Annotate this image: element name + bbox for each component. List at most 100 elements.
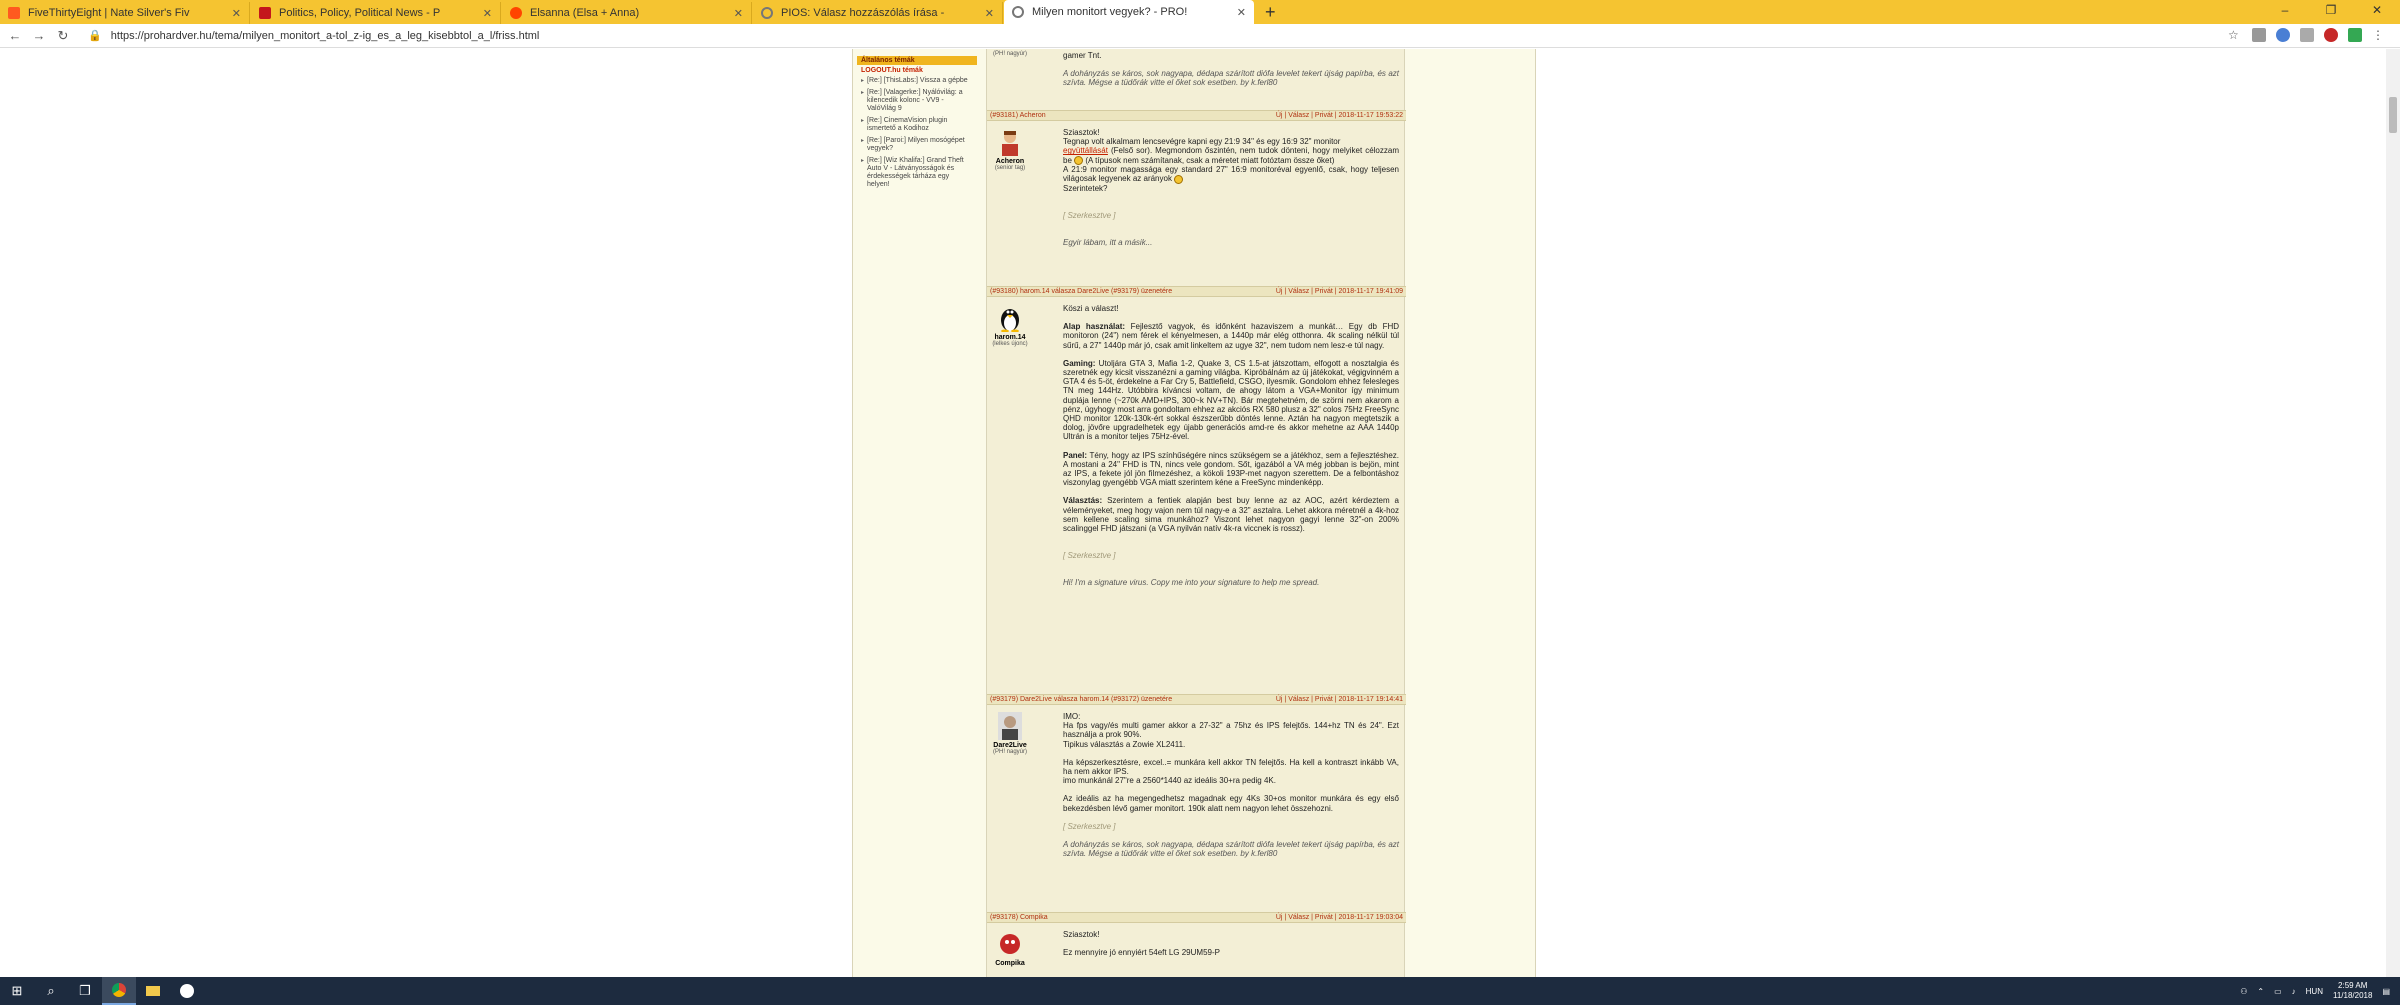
signature: Hi! I'm a signature virus. Copy me into …: [1063, 578, 1320, 588]
author-rank: (senior tag): [994, 165, 1026, 171]
post-text: Utoljára GTA 3, Mafia 1-2, Quake 3, CS 1…: [1063, 358, 1400, 442]
signature: Egyir lábam, itt a másik...: [1063, 238, 1153, 247]
fivethirtyeight-icon: [8, 7, 20, 19]
star-icon[interactable]: ☆: [2228, 28, 2242, 42]
post-text: együttállását (Felső sor). Megmondom ősz…: [1063, 146, 1399, 165]
windows-start-icon[interactable]: ⊞: [0, 977, 34, 1005]
post-author-link[interactable]: (#93180) harom.14 válasza Dare2Live (#93…: [990, 287, 1172, 296]
tab-reddit[interactable]: Elsanna (Elsa + Anna) ✕: [502, 2, 752, 24]
avatar: Acheron (senior tag): [991, 128, 1029, 171]
post-text: A 21:9 monitor magassága egy standard 27…: [1063, 165, 1399, 184]
forum-post: (#93178) Compika Új | Válasz | Privát | …: [987, 912, 1406, 977]
search-icon[interactable]: ⌕: [34, 977, 68, 1005]
post-body: gamer Tnt. A dohányzás se káros, sok nag…: [1063, 51, 1399, 88]
tab-title: Milyen monitort vegyek? - PRO!: [1032, 6, 1188, 18]
author-name[interactable]: Compika: [991, 960, 1029, 967]
prohardver-icon: [1012, 6, 1024, 18]
system-tray: ⚇ ⌃ ▭ ♪ HUN 2:59 AM 11/18/2018 ▤: [2240, 977, 2390, 1005]
extension-icon[interactable]: [2300, 28, 2314, 42]
minimize-button[interactable]: –: [2262, 0, 2308, 22]
edited-link[interactable]: [ Szerkesztve ]: [1063, 551, 1399, 560]
address-bar[interactable]: 🔒 https://prohardver.hu/tema/milyen_moni…: [88, 29, 539, 42]
section-label: Gaming:: [1063, 358, 1096, 368]
close-icon[interactable]: ✕: [985, 7, 994, 20]
close-icon[interactable]: ✕: [232, 7, 241, 20]
clock-time: 2:59 AM: [2338, 981, 2368, 990]
post-author-link[interactable]: (#93181) Acheron: [990, 111, 1046, 120]
network-icon[interactable]: ▭: [2274, 987, 2282, 996]
close-window-button[interactable]: ✕: [2354, 0, 2400, 22]
sidebar-header-logout[interactable]: LOGOUT.hu témák: [857, 65, 977, 76]
people-icon[interactable]: ⚇: [2240, 987, 2247, 996]
post-header: (#93181) Acheron Új | Válasz | Privát | …: [987, 110, 1406, 121]
extension-icon[interactable]: [2348, 28, 2362, 42]
task-view-icon[interactable]: ❐: [68, 977, 102, 1005]
post-text: Tény, hogy az IPS színhűségére nincs szü…: [1063, 450, 1399, 488]
post-text: Tegnap volt alkalmam lencsevégre kapni e…: [1063, 137, 1341, 147]
maximize-button[interactable]: ❐: [2308, 0, 2354, 22]
section-label: Panel:: [1063, 450, 1088, 460]
volume-icon[interactable]: ♪: [2292, 987, 2296, 996]
forward-icon[interactable]: →: [30, 28, 48, 43]
smiley-icon: [1174, 174, 1184, 184]
post-text-line: A 21:9 monitor magassága egy standard 27…: [1063, 165, 1399, 184]
extension-icon[interactable]: [2252, 28, 2266, 42]
post-actions[interactable]: Új | Válasz | Privát | 2018-11-17 19:03:…: [1276, 913, 1403, 922]
reload-icon[interactable]: ↻: [54, 28, 72, 44]
post-text: Ha fps vagy/és multi gamer akkor a 27-32…: [1063, 721, 1399, 740]
inline-link[interactable]: együttállását: [1063, 146, 1108, 155]
post-body: IMO: Ha fps vagy/és multi gamer akkor a …: [1063, 712, 1399, 858]
section-label: Alap használat:: [1063, 322, 1126, 332]
post-author-link[interactable]: (#93178) Compika: [990, 913, 1048, 922]
post-text: Sziasztok!: [1063, 930, 1100, 939]
tab-pios[interactable]: PIOS: Válasz hozzászólás írása - ✕: [753, 2, 1003, 24]
reddit-icon: [510, 7, 522, 19]
notification-icon[interactable]: ▤: [2382, 987, 2390, 996]
author-name[interactable]: harom.14: [991, 334, 1029, 341]
post-author-link[interactable]: (#93179) Dare2Live válasza harom.14 (#93…: [990, 695, 1172, 704]
close-icon[interactable]: ✕: [734, 7, 743, 20]
forum-post: (#93179) Dare2Live válasza harom.14 (#93…: [987, 694, 1406, 916]
tab-title: PIOS: Válasz hozzászólás írása -: [781, 7, 945, 19]
edited-link[interactable]: [ Szerkesztve ]: [1063, 822, 1399, 831]
avatar: Compika: [991, 930, 1029, 967]
post-text: Ha képszerkesztésre, excel..= munkára ke…: [1063, 757, 1399, 777]
clock-date: 11/18/2018: [2332, 991, 2373, 1000]
close-icon[interactable]: ✕: [1237, 6, 1246, 19]
tux-avatar-icon: [1001, 309, 1019, 332]
tab-title: Elsanna (Elsa + Anna): [530, 7, 640, 19]
browser-toolbar: ← → ↻ 🔒 https://prohardver.hu/tema/milye…: [0, 24, 2400, 48]
sidebar-link[interactable]: [Re:] [Wiz Khalifa:] Grand Theft Auto V …: [857, 156, 977, 192]
new-tab-button[interactable]: +: [1265, 2, 1276, 24]
post-actions[interactable]: Új | Válasz | Privát | 2018-11-17 19:53:…: [1276, 111, 1403, 120]
clock[interactable]: 2:59 AM 11/18/2018: [2333, 981, 2372, 1001]
author-name[interactable]: Dare2Live: [991, 742, 1029, 749]
tab-bar: FiveThirtyEight | Nate Silver's Fiv ✕ Po…: [0, 0, 2400, 24]
smiley-icon: [1074, 156, 1084, 165]
app-icon[interactable]: [170, 977, 204, 1005]
tab-milyen-monitort[interactable]: Milyen monitort vegyek? - PRO! ✕: [1004, 0, 1254, 24]
sidebar-header-general[interactable]: Általános témák: [857, 56, 977, 65]
file-explorer-icon[interactable]: [136, 977, 170, 1005]
sidebar-link[interactable]: [Re:] CinemaVision plugin ismertető a Ko…: [857, 116, 977, 136]
tab-fivethirtyeight[interactable]: FiveThirtyEight | Nate Silver's Fiv ✕: [0, 2, 250, 24]
chrome-icon[interactable]: [102, 977, 136, 1005]
edited-link[interactable]: [ Szerkesztve ]: [1063, 211, 1399, 220]
scrollbar-thumb[interactable]: [2389, 97, 2397, 133]
post-actions[interactable]: Új | Válasz | Privát | 2018-11-17 19:41:…: [1276, 287, 1403, 296]
language-indicator[interactable]: HUN: [2306, 987, 2323, 996]
sidebar-link[interactable]: [Re:] [Paroi:] Milyen mosógépet vegyek?: [857, 136, 977, 156]
tab-politico[interactable]: Politics, Policy, Political News - P ✕: [251, 2, 501, 24]
menu-icon[interactable]: ⋮: [2372, 28, 2386, 42]
chevron-up-icon[interactable]: ⌃: [2257, 987, 2264, 996]
extension-icon[interactable]: [2324, 28, 2338, 42]
post-actions[interactable]: Új | Válasz | Privát | 2018-11-17 19:14:…: [1276, 695, 1403, 704]
page-scrollbar[interactable]: [2386, 49, 2400, 977]
back-icon[interactable]: ←: [6, 28, 24, 43]
extension-icon[interactable]: [2276, 28, 2290, 42]
author-name[interactable]: Acheron: [991, 158, 1029, 165]
sidebar-link[interactable]: [Re:] [Valagerke:] Nyálóvilág: a kilence…: [857, 88, 977, 116]
sidebar: Általános témák LOGOUT.hu témák [Re:] [T…: [857, 56, 977, 192]
sidebar-link[interactable]: [Re:] [ThisLabs:] Vissza a gépbe: [857, 76, 977, 88]
close-icon[interactable]: ✕: [483, 7, 492, 20]
